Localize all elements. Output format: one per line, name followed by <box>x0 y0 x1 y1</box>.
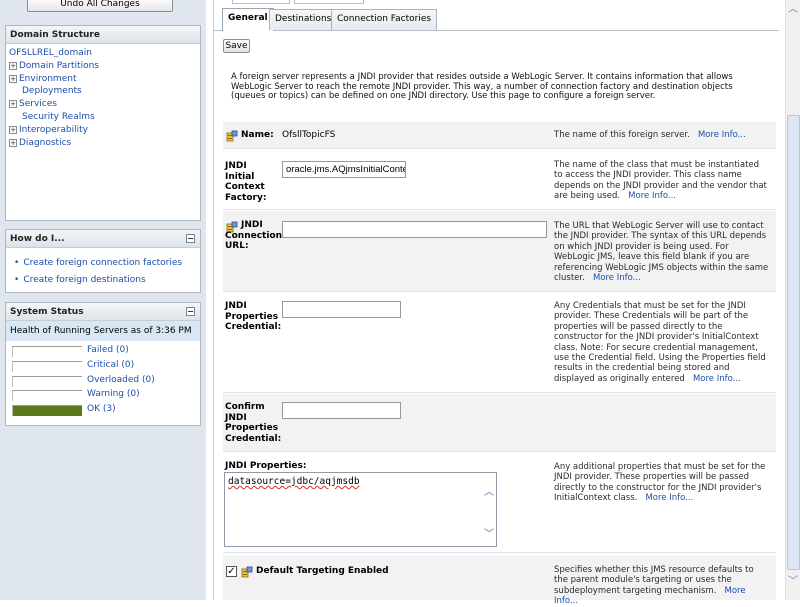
name-value: OfsllTopicFS <box>282 130 336 140</box>
jndi-url-label: JNDI Connection URL: <box>225 220 283 251</box>
intro-text: A foreign server represents a JNDI provi… <box>231 72 733 102</box>
main-content: General Destinations Connection Factorie… <box>213 0 779 606</box>
status-row-critical: Critical (0) <box>6 360 200 375</box>
more-info-link[interactable]: More Info... <box>645 493 693 503</box>
jndi-url-description: The URL that WebLogic Server will use to… <box>554 221 769 284</box>
status-link-critical[interactable]: Critical (0) <box>87 360 134 370</box>
jndi-properties-textarea[interactable]: datasource=jdbc/aqjmsdb ︿ ﹀ <box>224 472 497 547</box>
row-jndi-properties: JNDI Properties: datasource=jdbc/aqjmsdb… <box>223 453 776 553</box>
how-do-i-list: • Create foreign connection factories • Cr… <box>6 248 200 292</box>
collapse-icon[interactable]: − <box>186 307 195 316</box>
foreign-server-icon <box>241 566 253 578</box>
tab-connection-factories[interactable]: Connection Factories <box>331 9 438 30</box>
tree-item-environment[interactable]: + Environment <box>9 73 200 86</box>
link-create-foreign-connection-factories[interactable]: • Create foreign connection factories <box>14 258 200 275</box>
more-info-link[interactable]: More Info... <box>628 191 676 201</box>
more-info-link[interactable]: More Info... <box>693 374 741 384</box>
expand-icon[interactable]: + <box>9 138 17 147</box>
status-link-warning[interactable]: Warning (0) <box>87 389 140 399</box>
row-jndi-initial-context-factory: JNDI Initial Context Factory: oracle.jms… <box>223 150 776 210</box>
jndi-factory-description: The name of the class that must be insta… <box>554 160 767 202</box>
status-row-failed: Failed (0) <box>6 345 200 360</box>
confirm-credential-input[interactable] <box>282 402 401 419</box>
scroll-down-icon[interactable]: ﹀ <box>484 525 494 540</box>
system-status-title: System Status − <box>6 303 200 321</box>
check-icon: ✓ <box>227 566 236 577</box>
default-targeting-label: Default Targeting Enabled <box>256 566 389 576</box>
row-jndi-connection-url: JNDI Connection URL: The URL that WebLog… <box>223 211 776 292</box>
tree-item-deployments[interactable]: Deployments <box>9 85 200 98</box>
tree-item-domain-partitions[interactable]: + Domain Partitions <box>9 60 200 73</box>
system-status-panel: System Status − Health of Running Servers… <box>5 302 201 426</box>
status-bar-fill <box>13 406 82 417</box>
top-tab-stub <box>294 0 364 4</box>
jndi-properties-value: datasource=jdbc/aqjmsdb <box>228 476 360 487</box>
scrollbar-thumb[interactable] <box>787 115 800 570</box>
default-targeting-description: Specifies whether this JMS resource defa… <box>554 565 754 607</box>
domain-structure-title: Domain Structure <box>6 26 200 44</box>
row-name: Name: OfsllTopicFS The name of this fore… <box>223 122 776 149</box>
status-link-failed[interactable]: Failed (0) <box>87 345 129 355</box>
scroll-up-icon[interactable]: ︿ <box>484 483 494 498</box>
jndi-credential-label: JNDI Properties Credential: <box>225 301 282 332</box>
confirm-credential-label: Confirm JNDI Properties Credential: <box>225 402 282 444</box>
row-default-targeting: ✓ Default Targeting Enabled Specifies wh… <box>223 556 776 606</box>
expand-icon[interactable]: + <box>9 100 17 109</box>
tab-general[interactable]: General <box>222 8 274 31</box>
scroll-down-icon[interactable]: ﹀ <box>788 572 798 587</box>
expand-icon[interactable]: + <box>9 74 17 83</box>
default-targeting-checkbox[interactable]: ✓ <box>226 566 237 577</box>
status-link-ok[interactable]: OK (3) <box>87 404 116 414</box>
row-jndi-properties-credential: JNDI Properties Credential: Any Credenti… <box>223 293 776 393</box>
tree-item-domain[interactable]: OFSLLREL_domain <box>9 47 200 60</box>
page-scrollbar[interactable]: ︿ ﹀ <box>785 0 800 600</box>
status-bar <box>12 405 82 417</box>
jndi-properties-description: Any additional properties that must be s… <box>554 462 766 504</box>
left-sidebar: Undo All Changes Domain Structure OFSLLR… <box>0 0 206 600</box>
tab-bar: General Destinations Connection Factorie… <box>214 0 779 31</box>
more-info-link[interactable]: More Info... <box>698 130 746 140</box>
name-description: The name of this foreign server. More In… <box>554 130 746 140</box>
expand-icon[interactable]: + <box>9 61 17 70</box>
how-do-i-panel: How do I... − • Create foreign connection … <box>5 229 201 293</box>
scroll-up-icon[interactable]: ︿ <box>788 0 798 15</box>
top-tab-stub <box>232 0 290 4</box>
bullet-icon: • <box>14 275 20 285</box>
more-info-link[interactable]: More Info... <box>593 273 641 283</box>
save-button[interactable]: Save <box>223 39 250 53</box>
tree-item-diagnostics[interactable]: + Diagnostics <box>9 137 200 150</box>
status-row-warning: Warning (0) <box>6 389 200 404</box>
jndi-factory-label: JNDI Initial Context Factory: <box>225 161 267 203</box>
jndi-url-input[interactable] <box>282 221 547 238</box>
tree-item-services[interactable]: + Services <box>9 98 200 111</box>
health-text: Health of Running Servers as of 3:36 PM <box>6 321 200 341</box>
textarea-scrollbar[interactable]: ︿ ﹀ <box>482 473 496 546</box>
status-link-overloaded[interactable]: Overloaded (0) <box>87 375 155 385</box>
bullet-icon: • <box>14 258 20 268</box>
foreign-server-icon <box>226 130 238 142</box>
undo-all-changes-button[interactable]: Undo All Changes <box>27 0 173 12</box>
jndi-credential-input[interactable] <box>282 301 401 318</box>
row-confirm-credential: Confirm JNDI Properties Credential: <box>223 394 776 452</box>
domain-tree: OFSLLREL_domain + Domain Partitions + Envi… <box>6 44 200 149</box>
link-create-foreign-destinations[interactable]: • Create foreign destinations <box>14 275 200 292</box>
status-bar <box>12 346 82 357</box>
expand-icon[interactable]: + <box>9 125 17 134</box>
status-bar <box>12 360 82 372</box>
collapse-icon[interactable]: − <box>186 234 195 243</box>
name-label: Name: <box>241 130 274 140</box>
jndi-properties-label: JNDI Properties: <box>225 461 307 471</box>
status-rows: Failed (0) Critical (0) Overloaded (0) W… <box>6 341 200 419</box>
tab-destinations[interactable]: Destinations <box>269 9 338 30</box>
how-do-i-title: How do I... − <box>6 230 200 248</box>
tree-item-interoperability[interactable]: + Interoperability <box>9 124 200 137</box>
domain-structure-panel: Domain Structure OFSLLREL_domain + Domain… <box>5 25 201 221</box>
tree-item-security-realms[interactable]: Security Realms <box>9 111 200 124</box>
status-bar <box>12 390 82 402</box>
jndi-credential-description: Any Credentials that must be set for the… <box>554 301 766 384</box>
jndi-factory-input[interactable]: oracle.jms.AQjmsInitialContextFactory <box>282 161 406 178</box>
status-bar <box>12 375 82 387</box>
status-row-overloaded: Overloaded (0) <box>6 375 200 390</box>
status-row-ok: OK (3) <box>6 404 200 419</box>
